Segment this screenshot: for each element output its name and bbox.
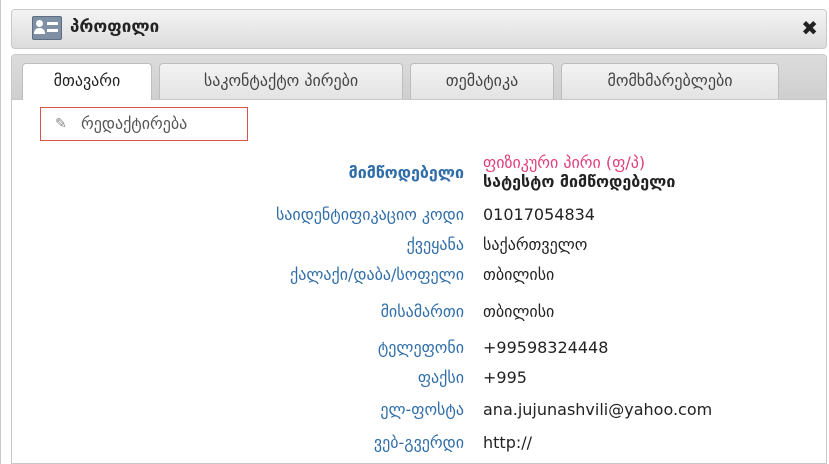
field-value-city: თბილისი <box>483 265 555 284</box>
field-label-supplier: მიმწოდებელი <box>348 163 464 182</box>
tab-contact-persons[interactable]: საკონტაქტო პირები <box>159 63 403 99</box>
edit-button-label: რედაქტირება <box>81 114 188 133</box>
tab-users[interactable]: მომხმარებლები <box>561 63 779 99</box>
field-label-country: ქვეყანა <box>406 235 464 254</box>
pencil-icon: ✎ <box>55 116 67 132</box>
supplier-type-value: ფიზიკური პირი (ფ/პ) <box>483 153 646 172</box>
field-value-website[interactable]: http:// <box>483 433 532 452</box>
tab-main[interactable]: მთავარი <box>22 63 152 100</box>
close-icon[interactable]: ✖ <box>801 16 818 40</box>
field-value-fax: +995 <box>483 368 527 387</box>
field-label-fax: ფაქსი <box>417 368 464 387</box>
dialog-title: პროფილი <box>70 17 160 37</box>
field-label-email: ელ-ფოსტა <box>380 400 464 419</box>
field-label-id-code: საიდენტიფიკაციო კოდი <box>275 205 464 224</box>
profile-dialog: პროფილი ✖ მთავარი საკონტაქტო პირები თემა… <box>0 0 829 464</box>
field-label-city: ქალაქი/დაბა/სოფელი <box>290 265 464 284</box>
tab-strip: მთავარი საკონტაქტო პირები თემატიკა მომხმ… <box>12 55 826 100</box>
field-label-phone: ტელეფონი <box>377 338 464 357</box>
field-value-id-code: 01017054834 <box>483 205 595 224</box>
field-value-address: თბილისი <box>483 302 555 321</box>
field-label-website: ვებ-გვერდი <box>373 433 464 452</box>
tab-topics[interactable]: თემატიკა <box>410 63 554 99</box>
field-label-address: მისამართი <box>380 302 464 321</box>
profile-card-icon <box>32 16 62 40</box>
field-value-country: საქართველო <box>483 235 588 254</box>
supplier-name-value: სატესტო მიმწოდებელი <box>483 172 676 191</box>
dialog-titlebar[interactable]: პროფილი ✖ <box>11 9 827 49</box>
edit-button[interactable]: ✎ რედაქტირება <box>40 107 248 141</box>
dialog-content: მთავარი საკონტაქტო პირები თემატიკა მომხმ… <box>11 54 827 464</box>
field-value-email: ana.jujunashvili@yahoo.com <box>483 400 713 419</box>
field-value-phone: +99598324448 <box>483 338 609 357</box>
